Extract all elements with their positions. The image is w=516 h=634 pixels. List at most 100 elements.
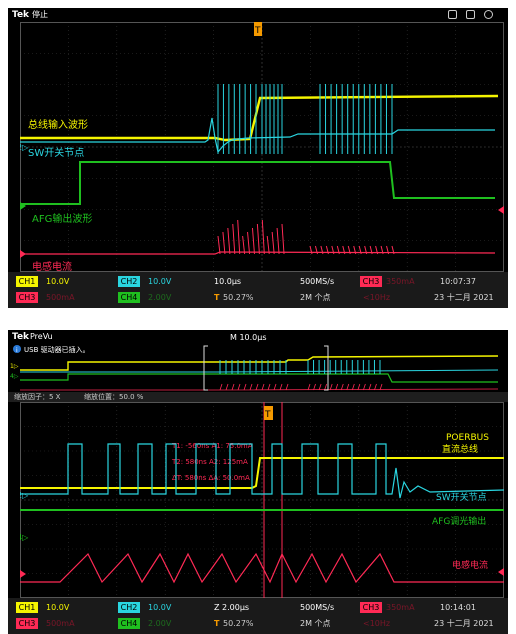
help-icon[interactable] [484,10,493,19]
usb-notice: i USB 驱动器已插入。 [13,345,90,354]
ch4-waveform [20,161,495,205]
ch4-scale: 2.00V [148,293,172,302]
record-length-readout: 2M 个点 [300,619,331,628]
timebase-readout[interactable]: 10.0µs [214,276,241,287]
label-inductor-current: 电感电流 [32,260,72,272]
ch3-burst-ramp [232,223,236,255]
record-length-readout: 2M 个点 [300,293,331,302]
ch3-burst-ramp [242,235,246,255]
ch4-ground-marker: 4▷ [20,533,29,542]
cursor-t2-readout: T2: 580ns A2: 125mA [171,458,248,466]
trigger-position-readout: 50.27% [223,619,254,628]
bottom-readout-bar: CH1 10.0V CH2 10.0V CH3 500mA CH4 2.00V … [8,598,508,634]
ch3-ground-marker [20,570,26,578]
cursor-icon[interactable] [466,10,475,19]
trigger-marker-label: T [264,410,271,420]
sample-rate-readout: 500MS/s [300,603,335,612]
zoom-info-bar: 缩放因子：5 X 缩放位置：50.0 % [8,392,508,402]
cursor-delta-readout: ΔT: 580ns ΔA: 50.0mA [172,474,250,482]
clock-time: 10:07:37 [440,277,476,286]
ch1-waveform [20,94,499,142]
trigger-frequency-readout: <10Hz [363,293,391,302]
ch3-burst-ramp [222,231,226,255]
acquisition-status: 停止 [32,10,48,19]
ch3-scale: 500mA [46,619,75,628]
oscilloscope-screen-1: Tek 停止 T 2▷ 总线输入波形 SW开关节点 AFG输出波形 电感电流 [8,8,508,308]
cursor-readout: T1: -560ns A1: 75.0mA T2: 580ns A2: 125m… [171,442,253,482]
ch1-scale: 10.0V [46,603,70,612]
brand-logo: Tek [12,332,30,342]
trigger-level-marker [498,568,504,576]
cursor-t1-readout: T1: -560ns A1: 75.0mA [171,442,253,450]
timebase-readout[interactable]: Z 2.00µs [214,602,249,613]
ch2-burst-group [217,84,393,154]
zoom-waveform-graticule[interactable]: T T1: -560ns A1: 75.0mA T2: 580ns A2: 12… [20,402,504,598]
ch3-burst-ramp [217,235,221,255]
trigger-position-marker[interactable]: T [264,406,273,420]
ch3-burst-ramp [266,235,270,255]
trigger-source-badge[interactable]: CH3 [360,276,382,287]
ch1-button[interactable]: CH1 [16,602,38,613]
clock-date: 23 十二月 2021 [434,619,494,628]
ch3-ground-marker [20,250,26,258]
trigger-marker-label: T [254,26,261,36]
trigger-position-marker[interactable]: T [254,22,262,36]
ch3-scale: 500mA [46,293,75,302]
ch4-scale: 2.00V [148,619,172,628]
label-bus-input: 总线输入波形 [28,118,88,131]
top-status-bar: Tek 停止 [8,8,508,22]
display-icon[interactable] [448,10,457,19]
ch3-burst-ramp [271,231,275,255]
ch1-scale: 10.0V [46,277,70,286]
label-afg-output: AFG输出波形 [32,212,92,225]
ch3-burst-ramp [281,223,285,255]
ch2-button[interactable]: CH2 [118,276,140,287]
ch3-waveform [20,251,496,255]
oscilloscope-screen-2: Tek PreVu M 10.0µs i USB 驱动器已插入。 1▷ 4▷ 缩… [8,330,508,634]
label-sw-node: SW开关节点 [28,146,84,159]
acquisition-status: PreVu [30,332,53,341]
ch3-burst-ramp [247,231,251,255]
top-status-bar: Tek PreVu M 10.0µs [8,330,508,344]
label-afg-dimming: AFG调光输出 [432,515,486,527]
trigger-source-badge[interactable]: CH3 [360,602,382,613]
header-timebase: M 10.0µs [230,333,267,342]
trigger-level-marker [498,206,504,214]
ch2-button[interactable]: CH2 [118,602,140,613]
trigger-position-readout: 50.27% [223,293,254,302]
ch4-button[interactable]: CH4 [118,292,140,303]
trigger-position-icon: T [214,293,220,302]
label-inductor-current: 电感电流 [452,559,488,571]
ch4-button[interactable]: CH4 [118,618,140,629]
ch3-burst-ramp [261,219,265,255]
trigger-position-icon: T [214,619,220,628]
ch3-burst-ramp [256,223,260,255]
sample-rate-readout: 500MS/s [300,277,335,286]
clock-time: 10:14:01 [440,603,476,612]
usb-message: USB 驱动器已插入。 [24,345,90,354]
brand-logo: Tek [12,10,30,20]
label-poerbus: POERBUS [446,433,489,443]
overview-ch1-marker: 1▷ [10,363,19,370]
zoom-factor: 缩放因子：5 X [14,393,61,401]
zoom-overview-window[interactable]: i USB 驱动器已插入。 1▷ 4▷ [8,344,508,392]
zoom-position: 缩放位置：50.0 % [84,393,144,401]
trigger-level-readout: 350mA [386,603,415,612]
ch2-ground-marker: 2▷ [20,491,29,500]
ch2-scale: 10.0V [148,603,172,612]
trigger-frequency-readout: <10Hz [363,619,391,628]
ch3-button[interactable]: CH3 [16,618,38,629]
ch3-burst-group [217,219,395,255]
waveform-graticule[interactable]: T 2▷ 总线输入波形 SW开关节点 AFG输出波形 电感电流 [20,22,504,272]
ch3-button[interactable]: CH3 [16,292,38,303]
overview-ch4-marker: 4▷ [10,373,19,380]
trigger-level-readout: 350mA [386,277,415,286]
ch3-burst-ramp [276,227,280,255]
ch2-scale: 10.0V [148,277,172,286]
label-dc-bus: 直流总线 [442,443,478,455]
ch1-button[interactable]: CH1 [16,276,38,287]
clock-date: 23 十二月 2021 [434,293,494,302]
label-sw-node: SW开关节点 [436,491,487,503]
ch3-burst-ramp [237,219,241,255]
bottom-readout-bar: CH1 10.0V CH2 10.0V CH3 500mA CH4 2.00V … [8,272,508,308]
